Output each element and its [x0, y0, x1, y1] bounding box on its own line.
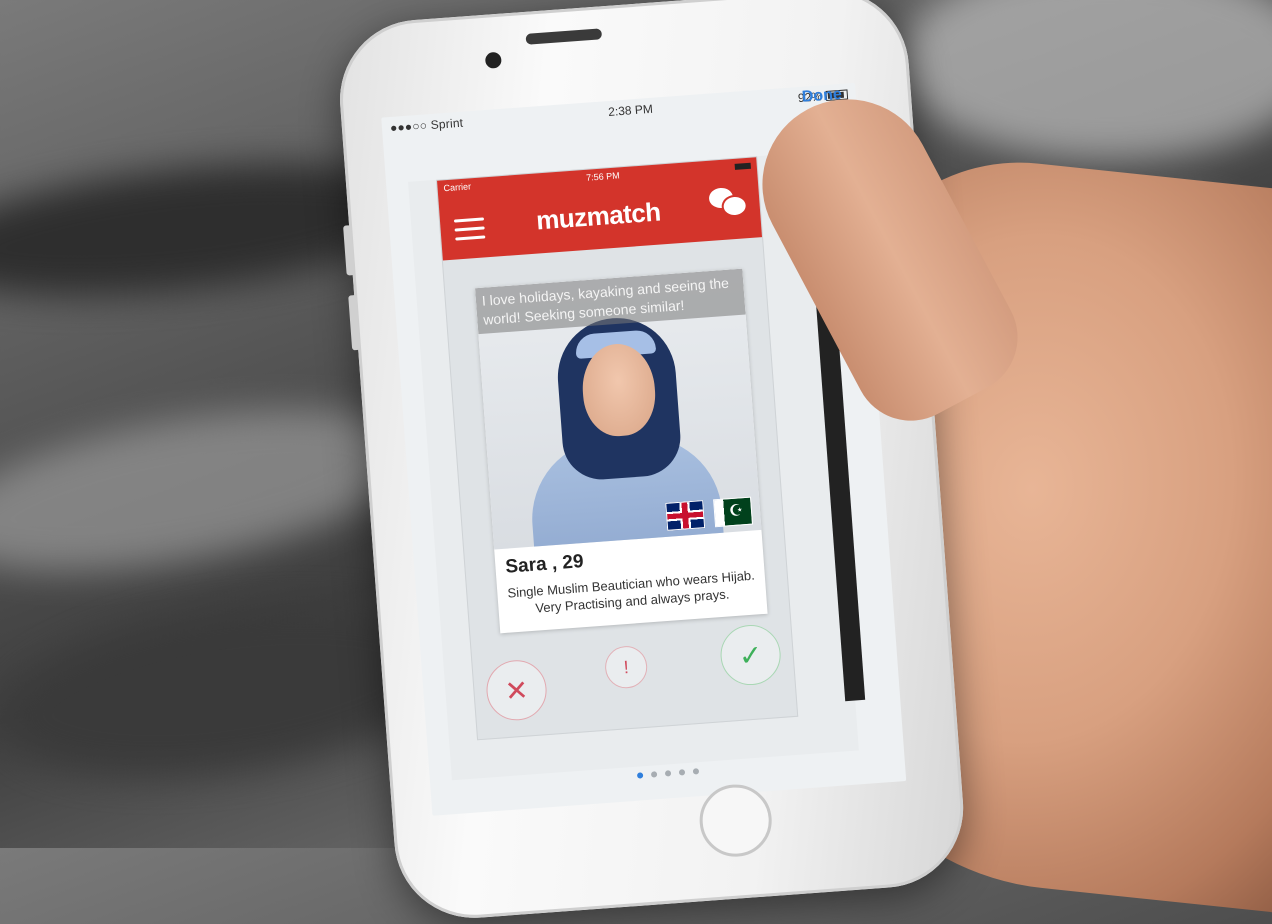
profile-card[interactable]: I love holidays, kayaking and seeing the…: [474, 268, 768, 634]
background-highlight: [900, 0, 1272, 160]
page-dot[interactable]: [650, 771, 657, 778]
dislike-button[interactable]: ✕: [484, 658, 549, 723]
page-dot[interactable]: [636, 772, 643, 779]
menu-icon[interactable]: [453, 217, 486, 246]
clock: 2:38 PM: [607, 101, 654, 119]
profile-photo: I love holidays, kayaking and seeing the…: [474, 268, 762, 550]
chat-icon[interactable]: [708, 186, 749, 219]
pakistan-flag-icon: [713, 496, 754, 528]
page-dot[interactable]: [678, 769, 685, 776]
nationality-flags: [665, 496, 754, 531]
page-dot[interactable]: [692, 768, 699, 775]
front-camera: [484, 51, 502, 69]
speaker-grille: [525, 28, 603, 45]
app-carrier: Carrier: [443, 181, 472, 194]
action-buttons: ✕ ! ✓: [484, 622, 784, 723]
like-button[interactable]: ✓: [718, 622, 783, 688]
app-clock: 7:56 PM: [585, 170, 620, 183]
uk-flag-icon: [665, 500, 706, 531]
check-icon: ✓: [737, 638, 764, 672]
close-icon: ✕: [503, 673, 530, 707]
profile-bio: I love holidays, kayaking and seeing the…: [474, 268, 746, 335]
battery-icon: [734, 162, 751, 170]
app-logo: muzmatch: [535, 196, 662, 236]
volume-button: [343, 225, 355, 276]
alert-icon: !: [622, 656, 630, 677]
volume-button: [348, 294, 361, 351]
carrier-label: ●●●○○ Sprint: [389, 115, 464, 136]
report-button[interactable]: !: [603, 644, 649, 690]
page-dot[interactable]: [664, 770, 671, 777]
app-header: Carrier 7:56 PM muzmatch: [437, 157, 763, 261]
app-screenshot: Carrier 7:56 PM muzmatch I love holidays…: [435, 156, 799, 741]
